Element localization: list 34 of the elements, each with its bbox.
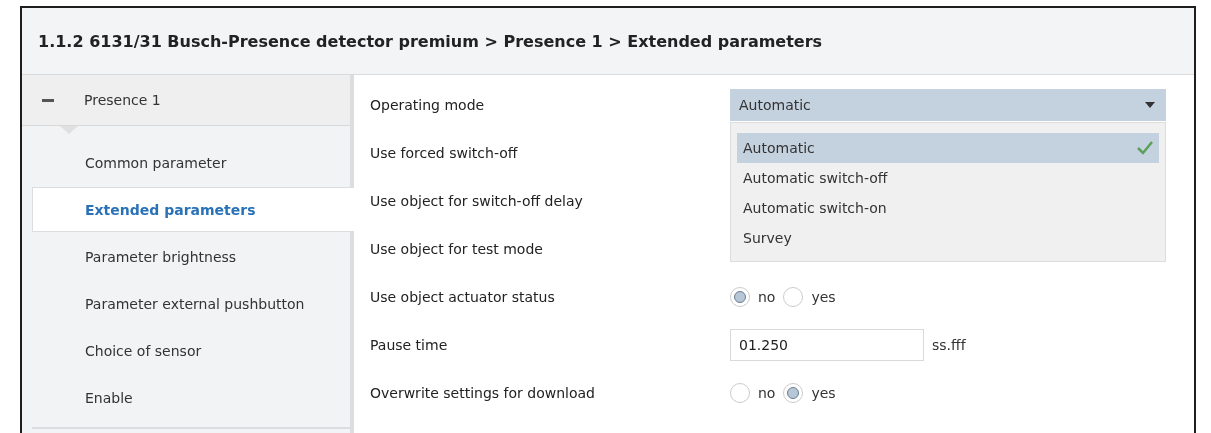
- radio-button[interactable]: [783, 287, 804, 307]
- unit-label: ss.fff: [932, 337, 966, 353]
- dropdown-option[interactable]: Automatic switch-off: [737, 163, 1159, 193]
- parameter-label: Use forced switch-off: [370, 145, 519, 161]
- radio-label: yes: [811, 385, 836, 401]
- parameter-label: Overwrite settings for download: [370, 385, 596, 401]
- sidebar-item[interactable]: Enable: [32, 375, 350, 420]
- group-header[interactable]: Presence 1: [22, 75, 350, 126]
- radio-label: yes: [811, 289, 836, 305]
- sidebar-item[interactable]: Parameter brightness: [32, 234, 350, 279]
- parameter-label: Use object for test mode: [370, 241, 544, 257]
- group-label: Presence 1: [84, 92, 161, 108]
- radio-button[interactable]: [783, 383, 804, 403]
- radio-button[interactable]: [730, 287, 750, 307]
- dropdown-option[interactable]: Automatic: [737, 133, 1159, 163]
- window-title: 1.1.2 6131/31 Busch-Presence detector premium > Presence 1 > Extended parameters: [38, 31, 823, 51]
- sidebar-item[interactable]: Choice of sensor: [32, 328, 350, 373]
- radio-label: no: [758, 385, 776, 401]
- parameter-label: Operating mode: [370, 97, 486, 113]
- parameter-label: Use object actuator status: [370, 289, 556, 305]
- pause-time-field[interactable]: 01.250: [730, 329, 924, 361]
- notch-icon: [60, 126, 78, 134]
- radio-button[interactable]: [730, 383, 750, 403]
- dropdown-option[interactable]: Survey: [737, 223, 1159, 253]
- sidebar-item[interactable]: Common parameter: [32, 140, 350, 185]
- parameter-label: Use object for switch-off delay: [370, 193, 584, 209]
- radio-label: no: [758, 289, 776, 305]
- sidebar-item[interactable]: Extended parameters: [32, 187, 354, 232]
- collapse-icon[interactable]: [42, 98, 54, 102]
- sidebar-item[interactable]: Parameter external pushbutton: [32, 281, 350, 326]
- caret-icon: [1145, 102, 1155, 108]
- parameter-label: Pause time: [370, 337, 449, 353]
- checkmark-icon: [1137, 141, 1153, 155]
- dropdown-option[interactable]: Automatic switch-on: [737, 193, 1159, 223]
